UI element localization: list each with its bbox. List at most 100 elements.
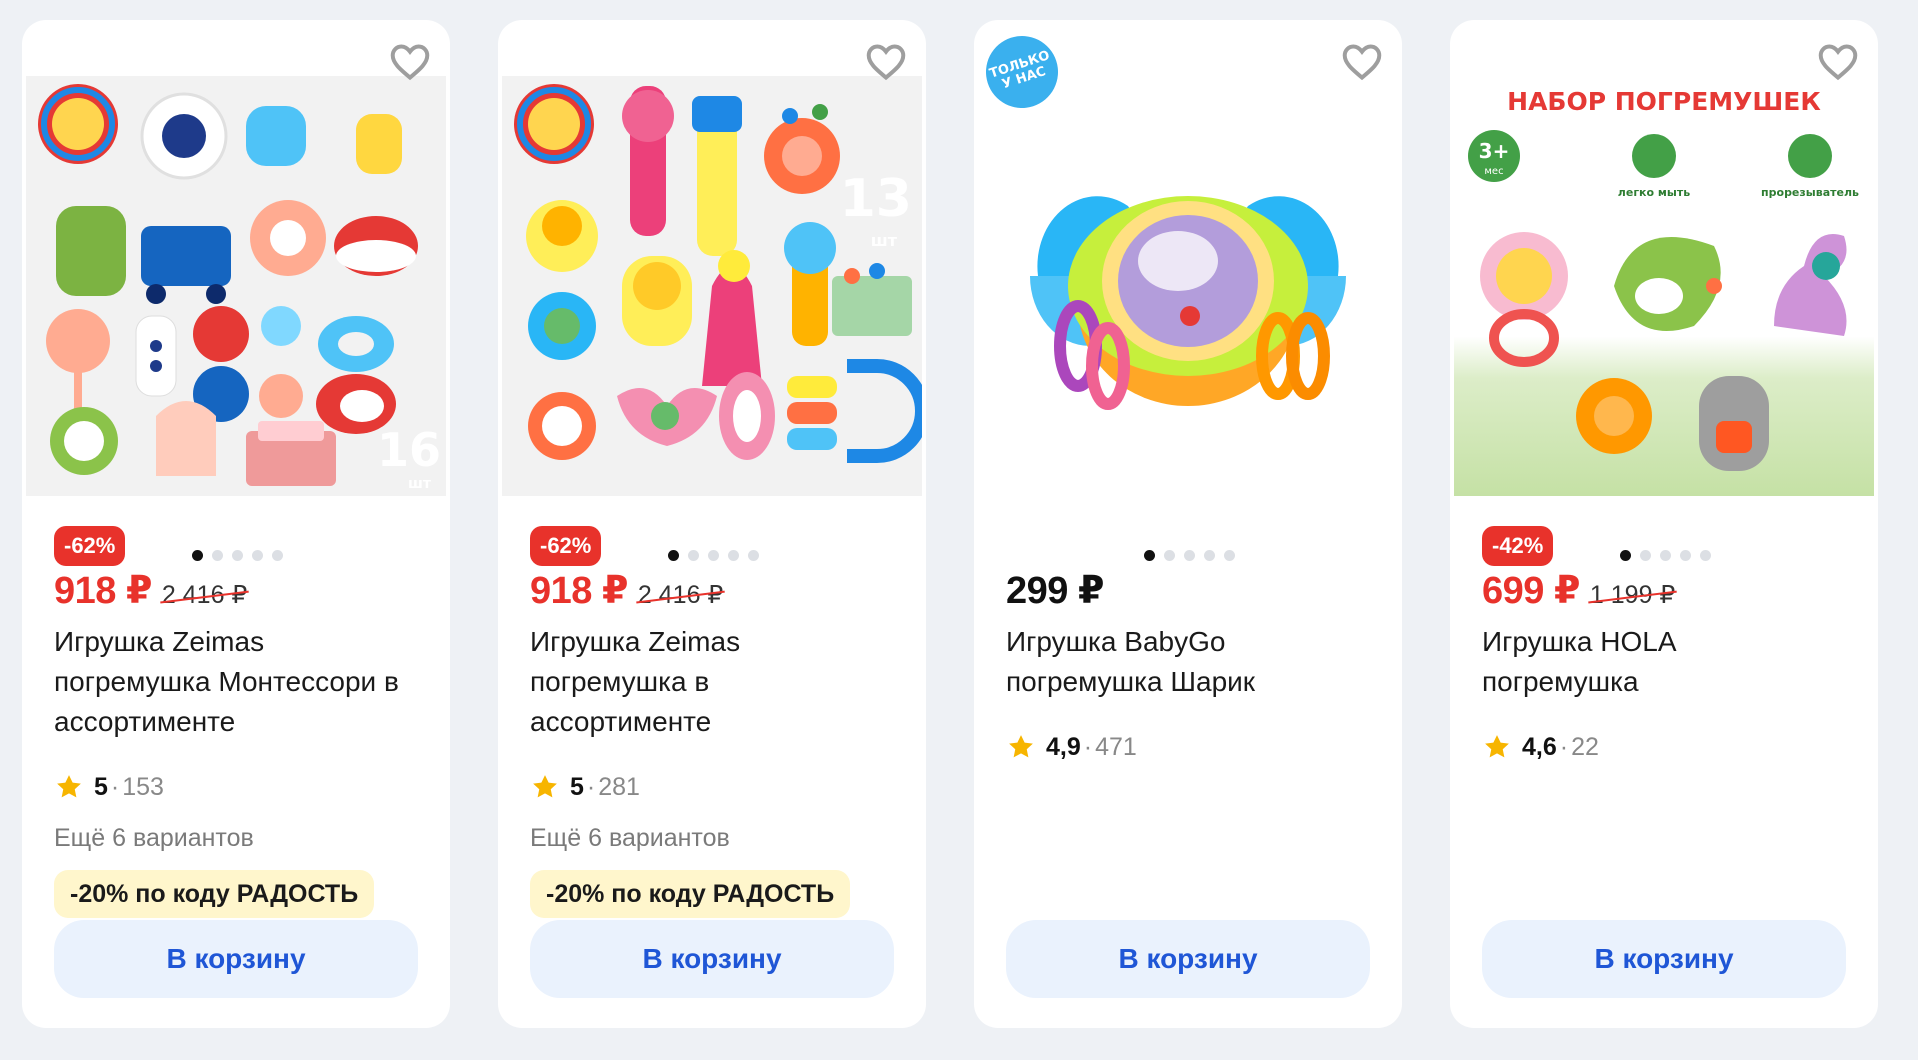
pagination-dot[interactable] [1680,550,1691,561]
rating: 4,6 · 22 [1482,732,1599,762]
discount-badge: -62% [530,526,602,566]
favorite-button[interactable] [1816,40,1860,84]
rating-score: 4,9 [1046,732,1081,761]
favorite-button[interactable] [864,40,908,84]
product-title[interactable]: Игрушка Zeimas погремушка Монтессори в а… [54,622,424,742]
heart-outline-icon [390,44,430,81]
product-card[interactable]: НАБОР ПОГРЕМУШЕК 3+ мес легко мыть проре… [1450,20,1878,1028]
rattle-set-image: 16 шт [26,76,446,496]
pagination-dot[interactable] [688,550,699,561]
product-card[interactable]: Только у нас 299 ₽ Игрушка BabyGo погрем… [974,20,1402,1028]
product-title[interactable]: Игрушка HOLA погремушка [1482,622,1782,702]
rating: 4,9 · 471 [1006,732,1137,762]
rating-score: 5 [94,772,108,801]
current-price: 918 ₽ [54,570,152,612]
rating-score: 4,6 [1522,732,1557,761]
image-pagination[interactable] [192,550,283,561]
svg-text:3+: 3+ [1479,139,1510,163]
old-price: 2 416 ₽ [161,581,248,609]
current-price: 918 ₽ [530,570,628,612]
image-heading: НАБОР ПОГРЕМУШЕК [1507,87,1821,116]
pagination-dot[interactable] [272,550,283,561]
heart-outline-icon [1818,44,1858,81]
discount-badge: -62% [54,526,126,566]
rating-score: 5 [570,772,584,801]
pagination-dot[interactable] [1700,550,1711,561]
product-card[interactable]: 13 шт -62% 918 ₽ 2 416 ₽ Игрушка Zeimas … [498,20,926,1028]
price-row: 918 ₽ 2 416 ₽ [54,568,247,613]
pagination-dot[interactable] [1660,550,1671,561]
reviews-count: 153 [122,772,164,801]
image-count: 16 [377,423,441,477]
price-row: 699 ₽ 1 199 ₽ [1482,568,1675,613]
product-image[interactable]: 16 шт [26,76,446,496]
ball-rattle-image [978,76,1398,496]
current-price: 699 ₽ [1482,570,1580,612]
discount-badge: -42% [1482,526,1554,566]
pagination-dot[interactable] [192,550,203,561]
star-icon [57,775,81,798]
rating: 5 · 281 [530,772,640,802]
svg-text:прорезыватель: прорезыватель [1761,186,1859,199]
rating-separator: · [1083,732,1093,761]
product-title[interactable]: Игрушка Zeimas погремушка в ассортименте [530,622,830,742]
product-card[interactable]: 16 шт -62% 918 ₽ 2 416 ₽ Игрушка Zeimas … [22,20,450,1028]
pagination-dot[interactable] [708,550,719,561]
pagination-dot[interactable] [232,550,243,561]
image-pagination[interactable] [668,550,759,561]
pagination-dot[interactable] [1144,550,1155,561]
image-count: 13 [840,169,912,229]
pagination-dot[interactable] [1224,550,1235,561]
rating-separator: · [586,772,596,801]
pagination-dot[interactable] [728,550,739,561]
rating: 5 · 153 [54,772,164,802]
product-image[interactable]: 13 шт [502,76,922,496]
add-to-cart-button[interactable]: В корзину [1006,920,1370,998]
pagination-dot[interactable] [212,550,223,561]
pagination-dot[interactable] [1640,550,1651,561]
add-to-cart-button[interactable]: В корзину [1482,920,1846,998]
current-price: 299 ₽ [1006,570,1104,612]
rating-separator: · [110,772,120,801]
price-row: 918 ₽ 2 416 ₽ [530,568,723,613]
add-to-cart-button[interactable]: В корзину [54,920,418,998]
add-to-cart-button[interactable]: В корзину [530,920,894,998]
variants-link[interactable]: Ещё 6 вариантов [54,824,254,853]
product-image[interactable] [978,76,1398,496]
svg-text:шт: шт [408,476,432,492]
old-price: 2 416 ₽ [637,581,724,609]
star-icon [1009,735,1033,758]
pagination-dot[interactable] [668,550,679,561]
heart-outline-icon [866,44,906,81]
promo-code-badge: -20% по коду РАДОСТЬ [530,870,851,918]
svg-text:шт: шт [871,231,898,250]
star-icon [533,775,557,798]
favorite-button[interactable] [1340,40,1384,84]
product-title[interactable]: Игрушка BabyGo погремушка Шарик [1006,622,1376,702]
old-price: 1 199 ₽ [1589,581,1676,609]
price-row: 299 ₽ [1006,568,1104,613]
reviews-count: 22 [1571,732,1599,761]
product-grid: 16 шт -62% 918 ₽ 2 416 ₽ Игрушка Zeimas … [22,20,1878,1028]
pagination-dot[interactable] [1164,550,1175,561]
pagination-dot[interactable] [1184,550,1195,561]
heart-outline-icon [1342,44,1382,81]
svg-text:мес: мес [1484,166,1503,177]
svg-text:легко мыть: легко мыть [1618,186,1690,199]
variants-link[interactable]: Ещё 6 вариантов [530,824,730,853]
product-image[interactable]: НАБОР ПОГРЕМУШЕК 3+ мес легко мыть проре… [1454,76,1874,496]
favorite-button[interactable] [388,40,432,84]
rattle-set-image: НАБОР ПОГРЕМУШЕК 3+ мес легко мыть проре… [1454,76,1874,496]
image-pagination[interactable] [1620,550,1711,561]
promo-code-badge: -20% по коду РАДОСТЬ [54,870,375,918]
pagination-dot[interactable] [1620,550,1631,561]
pagination-dot[interactable] [252,550,263,561]
pagination-dot[interactable] [748,550,759,561]
reviews-count: 471 [1095,732,1137,761]
pagination-dot[interactable] [1204,550,1215,561]
image-pagination[interactable] [1144,550,1235,561]
reviews-count: 281 [598,772,640,801]
rattle-set-image: 13 шт [502,76,922,496]
star-icon [1485,735,1509,758]
rating-separator: · [1559,732,1569,761]
